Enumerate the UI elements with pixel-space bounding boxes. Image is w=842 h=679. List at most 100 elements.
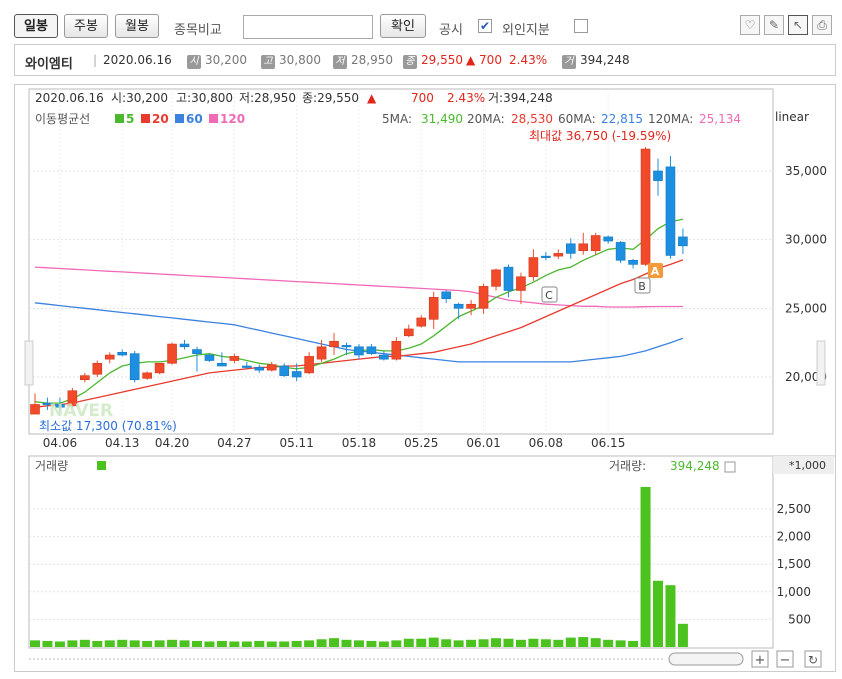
compare-label: 종목비교 <box>174 23 222 38</box>
volume-bar <box>528 638 539 647</box>
stock-name: 와이엠티 <box>25 57 73 72</box>
magnet-icon[interactable]: ♡ <box>740 15 760 35</box>
candle-body <box>104 354 115 360</box>
volume-bar <box>117 639 128 647</box>
volume-tick-label: 2,500 <box>777 502 811 516</box>
right-handle-icon[interactable] <box>816 340 826 386</box>
hdr-volume: 거:394,248 <box>488 91 553 105</box>
scale-label[interactable]: linear <box>775 110 809 124</box>
naver-watermark: NAVER <box>49 401 113 421</box>
ma20-legend: 20 <box>152 112 169 126</box>
confirm-button[interactable]: 확인 <box>380 14 426 38</box>
candle-body <box>204 354 215 361</box>
candle-body <box>316 346 327 360</box>
volume-bar <box>266 641 277 647</box>
candle-body <box>653 170 663 181</box>
candle-body <box>615 242 626 261</box>
candle-body <box>553 253 564 257</box>
daily-button[interactable]: 일봉 <box>14 14 58 38</box>
volume-unit: *1,000 <box>789 459 826 472</box>
volume-bar <box>565 637 576 647</box>
volume-bar <box>279 641 290 647</box>
volume-bar <box>179 640 190 647</box>
weekly-button[interactable]: 주봉 <box>64 14 108 38</box>
scroll-thumb[interactable] <box>668 652 744 666</box>
marker-a-text: A <box>651 265 660 278</box>
candle-body <box>503 266 514 291</box>
volume-bar <box>515 639 526 647</box>
candle-body <box>403 328 414 337</box>
volume-bar <box>540 639 551 647</box>
ma20-val-label: 20MA: <box>467 112 505 126</box>
candle-body <box>92 362 103 375</box>
candle-body <box>491 269 501 287</box>
open-badge-icon: 시 <box>187 53 201 69</box>
x-tick-label: 06.15 <box>591 436 625 450</box>
volume-bar <box>341 639 352 647</box>
volume-close-icon[interactable] <box>724 461 736 473</box>
volume-bar <box>154 640 165 647</box>
volume-bar <box>640 486 651 647</box>
monthly-button[interactable]: 월봉 <box>115 14 159 38</box>
candle-body <box>441 291 451 300</box>
x-tick-label: 06.08 <box>529 436 563 450</box>
candle-body <box>341 345 352 348</box>
max-label: 최대값 36,750 (-19.59%) <box>529 129 671 143</box>
volume-bar <box>615 640 626 647</box>
volume-bar <box>304 640 315 647</box>
candle-body <box>329 340 339 348</box>
candle-body <box>478 286 489 309</box>
volume-bar <box>428 637 439 647</box>
candle-body <box>266 364 277 371</box>
volume-bar <box>254 640 265 647</box>
x-tick-label: 04.27 <box>217 436 251 450</box>
volume-tick-label: 1,500 <box>777 557 811 571</box>
info-high: 30,800 <box>279 53 321 67</box>
volume-bar <box>329 638 340 647</box>
candle-body <box>304 356 314 374</box>
volume-bar <box>291 640 302 647</box>
volume-swatch <box>97 461 106 470</box>
candle-body <box>242 365 252 368</box>
volume-bar <box>491 638 502 647</box>
volume-bar <box>229 641 240 647</box>
volume-badge-icon: 거 <box>562 53 576 69</box>
info-bar: 와이엠티 | 2020.06.16 시 30,200 고 30,800 저 28… <box>14 44 836 76</box>
print-icon[interactable]: ⎙ <box>812 15 832 35</box>
volume-bar <box>603 639 614 647</box>
volume-bar <box>378 641 389 647</box>
candle-body <box>428 297 439 320</box>
candle-body <box>217 362 227 367</box>
candle-body <box>229 356 240 361</box>
close-badge-icon: 종 <box>403 53 417 69</box>
pencil-icon[interactable]: ✎ <box>764 15 784 35</box>
hdr-high: 고:30,800 <box>176 91 233 105</box>
disclosure-label: 공시 <box>439 23 463 38</box>
x-tick-label: 04.13 <box>105 436 139 450</box>
volume-bar <box>42 640 53 647</box>
foreign-checkbox[interactable] <box>574 19 588 33</box>
x-tick-label: 06.01 <box>466 436 500 450</box>
volume-bar <box>316 639 327 647</box>
separator: | <box>93 53 98 67</box>
price-tick-label: 30,000 <box>785 233 827 247</box>
pointer-icon[interactable]: ↖ <box>788 15 808 35</box>
ma120-legend: 120 <box>220 112 245 126</box>
left-handle-icon[interactable] <box>24 340 34 386</box>
volume-bar <box>129 640 140 647</box>
candle-body <box>640 148 651 265</box>
zoom-in-glyph: + <box>755 653 766 668</box>
candle-body <box>578 243 589 251</box>
price-chart[interactable]: 20,00025,00030,00035,00004.06 04.13 04.20 0… <box>15 85 835 671</box>
ma60-val-label: 60MA: <box>558 112 596 126</box>
refresh-glyph: ↻ <box>808 653 818 667</box>
x-tick-label: 04.06 <box>43 436 77 450</box>
zoom-out-glyph: − <box>780 653 791 668</box>
volume-bar <box>453 640 464 647</box>
ma20-val: 28,530 <box>511 112 553 126</box>
disclosure-checkbox[interactable]: ✔ <box>478 19 492 33</box>
hdr-pct: 2.43% <box>447 91 485 105</box>
compare-input[interactable] <box>243 15 373 39</box>
ma20-swatch <box>141 114 150 123</box>
candle-body <box>416 317 427 327</box>
